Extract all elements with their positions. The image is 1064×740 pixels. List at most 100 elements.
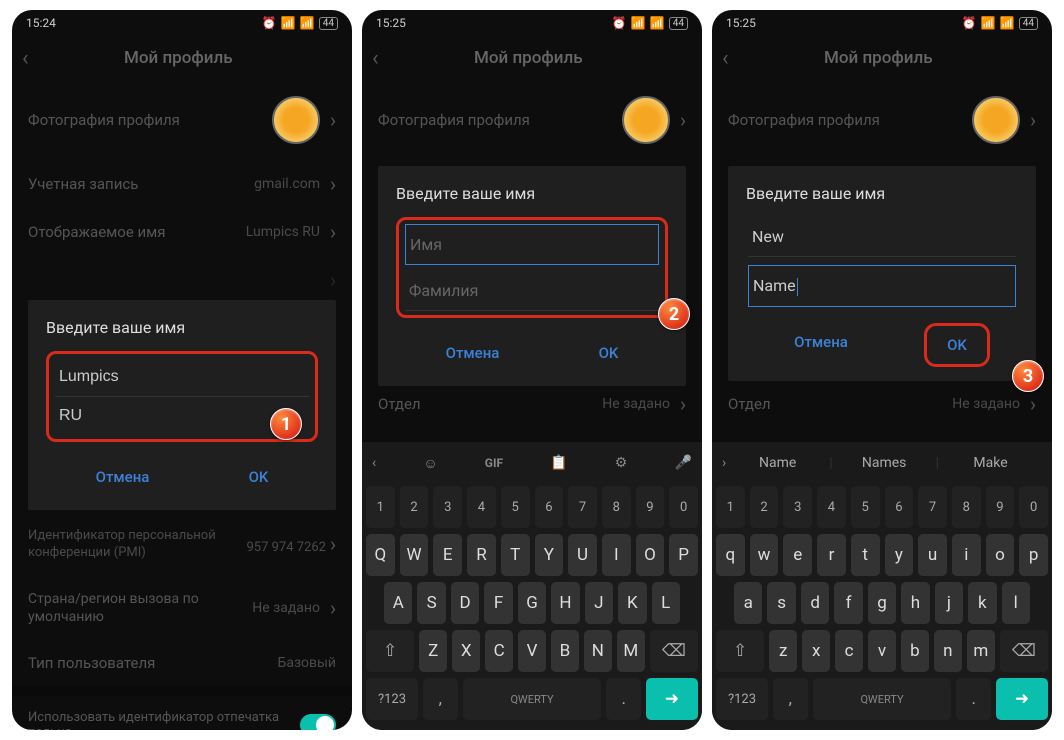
space-key[interactable]: QWERTY [813, 678, 952, 720]
key-o[interactable]: o [986, 534, 1015, 576]
settings-icon[interactable]: ⚙ [615, 455, 628, 471]
key-4[interactable]: 4 [467, 486, 496, 528]
key-c[interactable]: c [835, 630, 863, 672]
back-icon[interactable]: ‹ [722, 46, 729, 71]
key-O[interactable]: O [636, 534, 665, 576]
backspace-key[interactable]: ⌫ [650, 630, 698, 672]
cancel-button[interactable]: Отмена [76, 458, 170, 496]
suggestion-1[interactable]: Name [726, 455, 829, 471]
key-G[interactable]: G [518, 582, 546, 624]
key-8[interactable]: 8 [602, 486, 631, 528]
key-I[interactable]: I [602, 534, 631, 576]
key-l[interactable]: l [1002, 582, 1030, 624]
key-f[interactable]: f [834, 582, 862, 624]
key-2[interactable]: 2 [750, 486, 779, 528]
key-q[interactable]: q [716, 534, 745, 576]
key-z[interactable]: z [769, 630, 797, 672]
row-dept[interactable]: Отдел Не задано› [362, 380, 702, 428]
key-1[interactable]: 1 [716, 486, 745, 528]
key-9[interactable]: 9 [636, 486, 665, 528]
first-name-input[interactable]: Имя [405, 224, 659, 265]
key-0[interactable]: 0 [669, 486, 698, 528]
key-Z[interactable]: Z [419, 630, 447, 672]
backspace-key[interactable]: ⌫ [1000, 630, 1048, 672]
suggestion-3[interactable]: Make [939, 455, 1042, 471]
enter-key[interactable]: ➜ [646, 678, 698, 720]
key-A[interactable]: A [384, 582, 412, 624]
key-4[interactable]: 4 [817, 486, 846, 528]
key-v[interactable]: v [868, 630, 896, 672]
last-name-input[interactable]: Name [748, 265, 1016, 307]
key-i[interactable]: i [952, 534, 981, 576]
row-display-name[interactable]: Отображаемое имя Lumpics RU› [12, 208, 352, 256]
key-p[interactable]: p [1019, 534, 1048, 576]
cancel-button[interactable]: Отмена [426, 334, 520, 372]
key-U[interactable]: U [568, 534, 597, 576]
key-F[interactable]: F [484, 582, 512, 624]
key-d[interactable]: d [801, 582, 829, 624]
key-k[interactable]: k [968, 582, 996, 624]
shift-key[interactable]: ⇧ [716, 630, 764, 672]
key-K[interactable]: K [618, 582, 646, 624]
suggestion-bar[interactable]: ‹ ☺ GIF 📋 ⚙ 🎤 [366, 446, 698, 480]
key-D[interactable]: D [451, 582, 479, 624]
key-3[interactable]: 3 [433, 486, 462, 528]
space-key[interactable]: QWERTY [463, 678, 602, 720]
back-icon[interactable]: ‹ [372, 46, 379, 71]
key-6[interactable]: 6 [885, 486, 914, 528]
key-J[interactable]: J [585, 582, 613, 624]
key-e[interactable]: e [783, 534, 812, 576]
sticker-icon[interactable]: ☺ [423, 455, 437, 472]
key-m[interactable]: m [967, 630, 995, 672]
key-6[interactable]: 6 [535, 486, 564, 528]
key-H[interactable]: H [551, 582, 579, 624]
key-L[interactable]: L [652, 582, 680, 624]
key-2[interactable]: 2 [400, 486, 429, 528]
key-r[interactable]: r [817, 534, 846, 576]
key-V[interactable]: V [518, 630, 546, 672]
key-7[interactable]: 7 [918, 486, 947, 528]
key-g[interactable]: g [868, 582, 896, 624]
row-account[interactable]: Учетная запись gmail.com› [12, 160, 352, 208]
row-profile-photo[interactable]: Фотография профиля › [362, 80, 702, 160]
gif-icon[interactable]: GIF [485, 456, 503, 470]
mic-icon[interactable]: 🎤 [675, 455, 692, 471]
period-key[interactable]: . [606, 678, 641, 720]
key-C[interactable]: C [485, 630, 513, 672]
first-name-input[interactable] [55, 358, 309, 397]
row-dept[interactable]: Отдел Не задано› [712, 380, 1052, 428]
key-P[interactable]: P [669, 534, 698, 576]
key-u[interactable]: u [918, 534, 947, 576]
enter-key[interactable]: ➜ [996, 678, 1048, 720]
clipboard-icon[interactable]: 📋 [550, 455, 567, 471]
key-w[interactable]: w [750, 534, 779, 576]
row-profile-photo[interactable]: Фотография профиля › [712, 80, 1052, 160]
keyboard[interactable]: › Name | Names | Make 1234567890 qwertyu… [712, 442, 1052, 730]
cancel-button[interactable]: Отмена [774, 323, 868, 367]
key-X[interactable]: X [452, 630, 480, 672]
collapse-icon[interactable]: ‹ [372, 455, 376, 471]
row-profile-photo[interactable]: Фотография профиля › [12, 80, 352, 160]
key-9[interactable]: 9 [986, 486, 1015, 528]
symbols-key[interactable]: ?123 [366, 678, 418, 720]
symbols-key[interactable]: ?123 [716, 678, 768, 720]
first-name-input[interactable]: New [748, 217, 1016, 257]
key-M[interactable]: M [617, 630, 645, 672]
key-R[interactable]: R [467, 534, 496, 576]
key-t[interactable]: t [851, 534, 880, 576]
keyboard[interactable]: ‹ ☺ GIF 📋 ⚙ 🎤 1234567890 QWERTYUIOP ASDF… [362, 442, 702, 730]
back-icon[interactable]: ‹ [22, 46, 29, 71]
key-n[interactable]: n [934, 630, 962, 672]
key-0[interactable]: 0 [1019, 486, 1048, 528]
last-name-input[interactable]: Фамилия [405, 271, 659, 311]
key-h[interactable]: h [901, 582, 929, 624]
period-key[interactable]: . [956, 678, 991, 720]
key-j[interactable]: j [935, 582, 963, 624]
key-y[interactable]: y [885, 534, 914, 576]
key-3[interactable]: 3 [783, 486, 812, 528]
key-a[interactable]: a [734, 582, 762, 624]
key-b[interactable]: b [901, 630, 929, 672]
key-Q[interactable]: Q [366, 534, 395, 576]
ok-button[interactable]: OK [579, 334, 639, 372]
key-B[interactable]: B [551, 630, 579, 672]
